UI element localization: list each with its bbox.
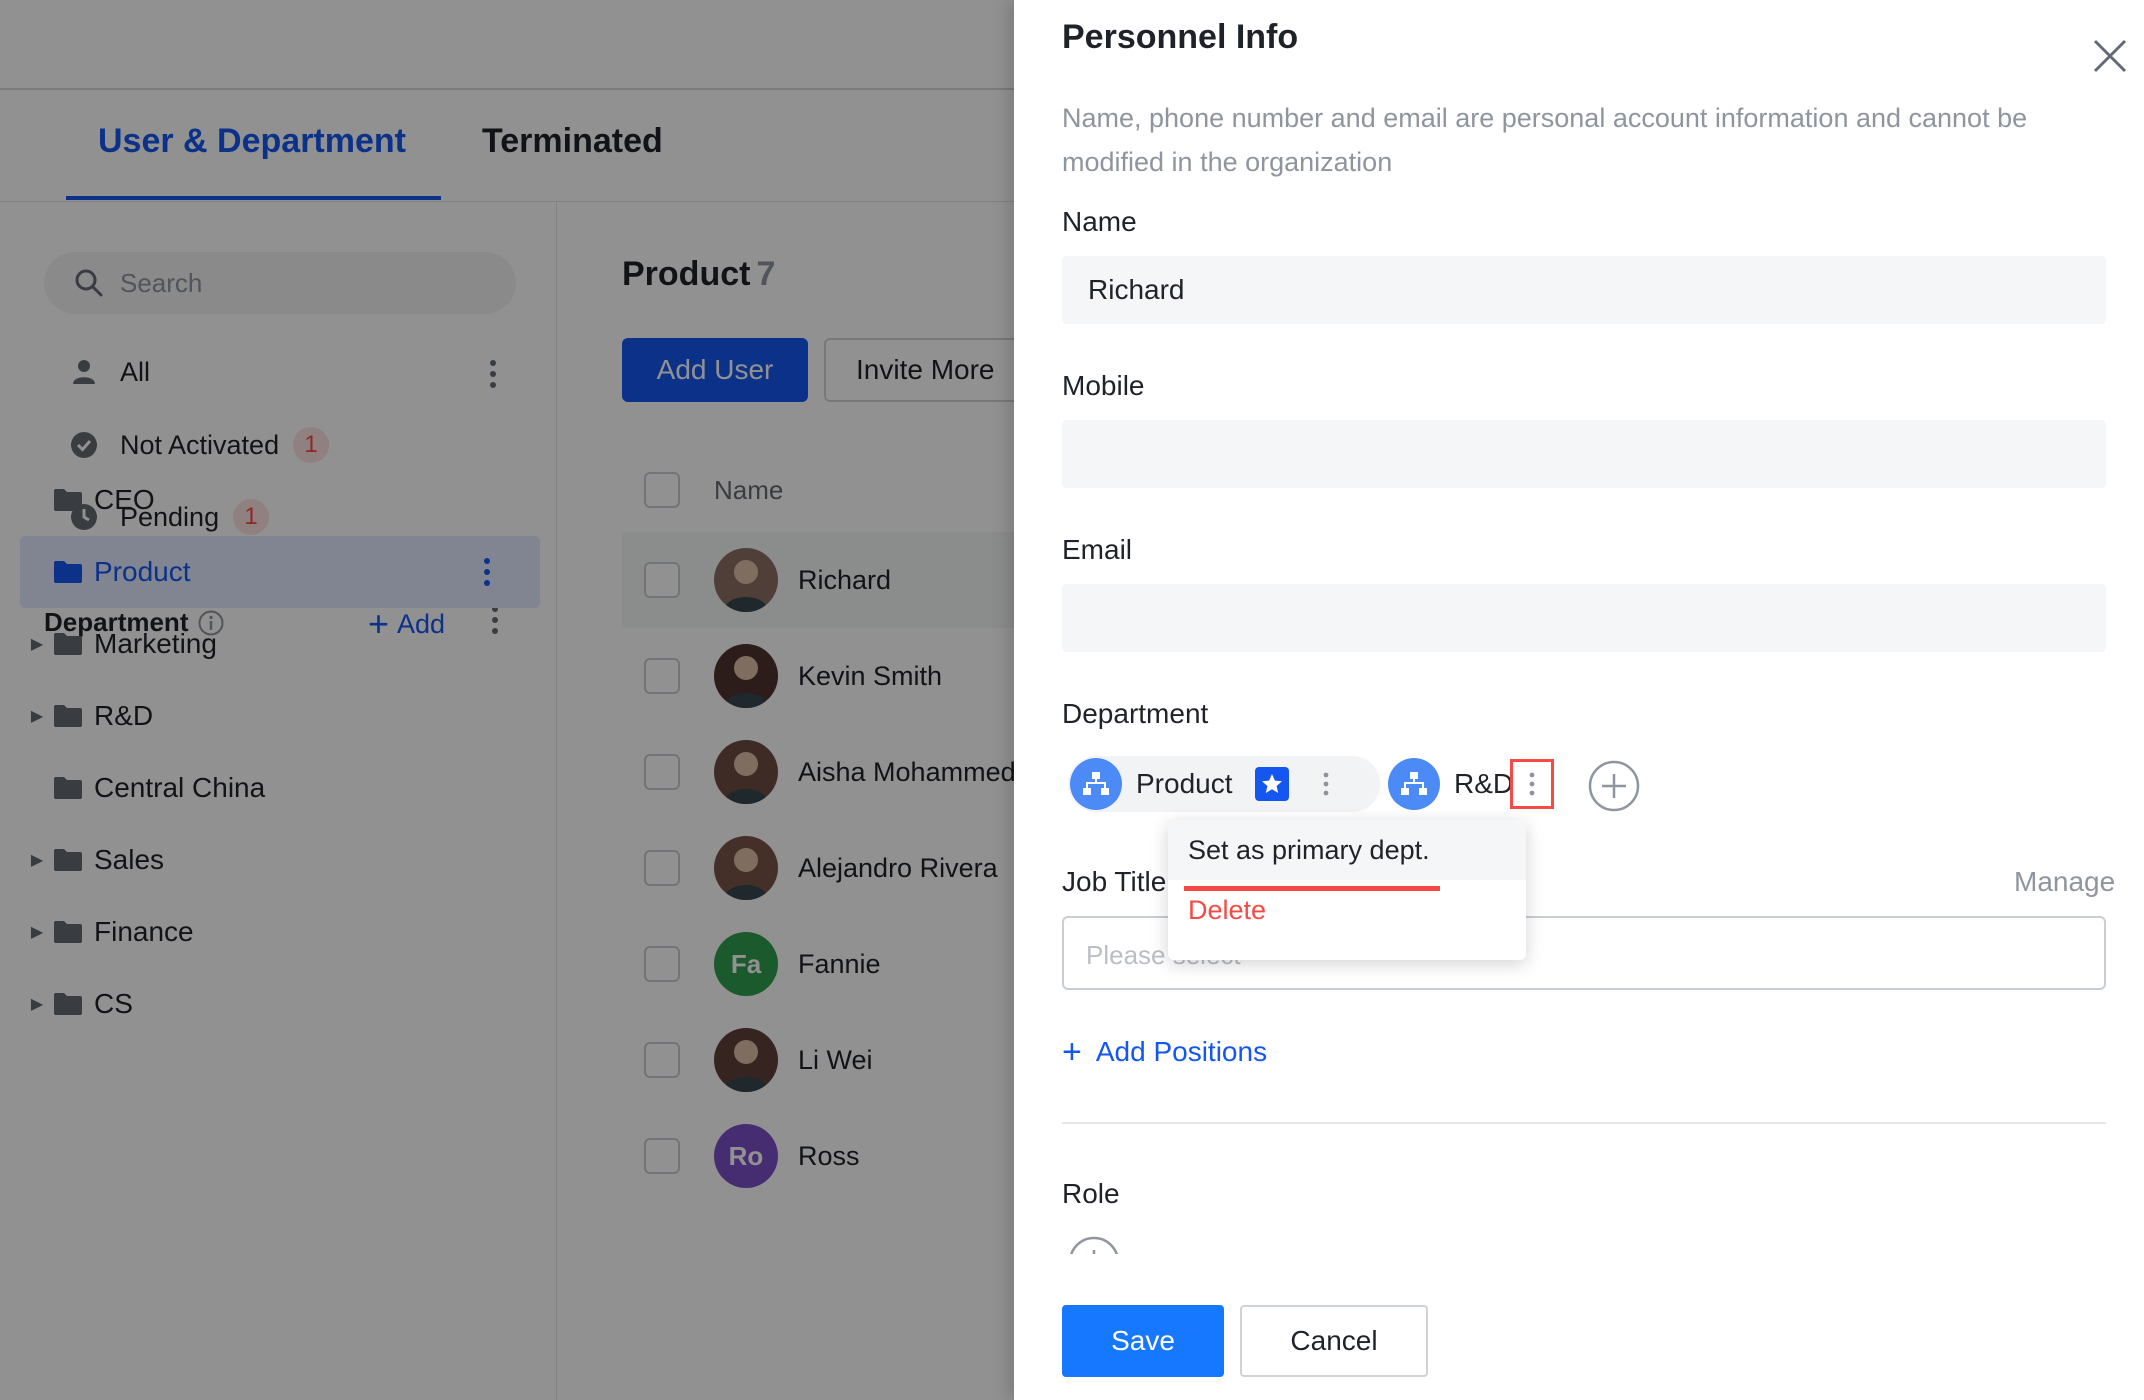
department-context-menu: Set as primary dept. Delete [1168, 820, 1526, 960]
name-field: Richard [1062, 256, 2106, 324]
department-chip-label: Product [1136, 768, 1233, 799]
more-vertical-icon[interactable] [1323, 772, 1329, 796]
department-more-button-highlight[interactable] [1510, 759, 1554, 809]
name-label: Name [1062, 206, 1137, 237]
add-department-circle-icon[interactable] [1588, 760, 1640, 812]
modal-overlay[interactable] [0, 0, 1014, 1400]
personnel-info-drawer: Personnel Info Name, phone number and em… [1014, 0, 2144, 1400]
drawer-description: Name, phone number and email are persona… [1062, 103, 2028, 177]
mobile-field [1062, 420, 2106, 488]
set-primary-dept-menu-item[interactable]: Set as primary dept. [1168, 820, 1526, 880]
primary-star-icon [1254, 767, 1289, 801]
email-field [1062, 584, 2106, 652]
department-chip-label: R&D [1454, 768, 1514, 799]
drawer-title: Personnel Info [1062, 18, 1299, 56]
org-chart-icon [1070, 758, 1122, 810]
org-chart-icon [1388, 758, 1440, 810]
mobile-label: Mobile [1062, 370, 1145, 401]
department-label: Department [1062, 698, 1209, 729]
department-chip-product: Product [1068, 756, 1380, 812]
more-vertical-icon [1529, 772, 1535, 796]
close-icon[interactable] [2092, 38, 2128, 74]
email-label: Email [1062, 534, 1133, 565]
delete-menu-item[interactable]: Delete [1168, 880, 1526, 940]
